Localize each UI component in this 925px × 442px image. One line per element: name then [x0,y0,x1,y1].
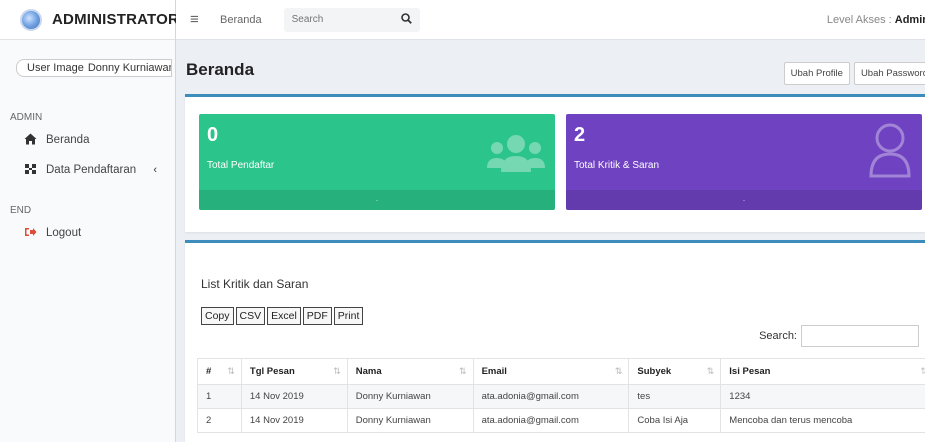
kritik-saran-card: List Kritik dan Saran Copy CSV Excel PDF… [185,240,925,442]
level-akses-value: Admin [894,13,925,26]
sort-icon: ⇅ [706,366,715,376]
column-label: Isi Pesan [729,366,771,377]
cell-isi-pesan: Mencoba dan terus mencoba [720,408,925,433]
chevron-left-icon[interactable]: ‹ [153,164,157,176]
sidebar: ADMINISTRATOR User Image Donny Kurniawan… [0,0,179,442]
sort-icon: ⇅ [614,366,623,376]
data-icon [22,163,38,178]
column-header-number[interactable]: # ⇅ [197,358,242,385]
column-label: Email [481,366,507,377]
brand[interactable]: ADMINISTRATOR [0,0,179,40]
ubah-password-button[interactable]: Ubah Password [853,62,925,85]
stat-box-kritik-saran: 2 Total Kritik & Saran · [566,114,922,210]
copy-button[interactable]: Copy [201,307,234,325]
table-row[interactable]: 2 14 Nov 2019 Donny Kurniawan ata.adonia… [197,408,925,433]
users-icon [487,135,545,172]
user-icon [869,123,911,178]
cell-tgl-pesan: 14 Nov 2019 [240,384,348,409]
cell-nama: Donny Kurniawan [346,384,474,409]
list-title: List Kritik dan Saran [201,277,309,291]
brand-logo-icon [20,8,42,31]
sidebar-item-label: Logout [46,227,82,239]
menu-header-end: END [10,205,32,216]
cell-subyek: tes [628,384,722,409]
cell-number: 1 [197,384,242,409]
menu-header-admin: ADMIN [10,112,43,123]
column-header-tgl-pesan[interactable]: Tgl Pesan ⇅ [240,358,348,385]
cell-subyek: Coba Isi Aja [628,408,722,433]
cell-tgl-pesan: 14 Nov 2019 [240,408,348,433]
user-image[interactable]: User Image Donny Kurniawan [16,59,172,77]
excel-button[interactable]: Excel [267,307,301,325]
stat-label: Total Kritik & Saran [574,160,660,171]
column-header-subyek[interactable]: Subyek ⇅ [628,358,722,385]
stat-value: 0 [207,124,219,146]
nav-link-beranda[interactable]: Beranda [220,14,262,26]
sidebar-item-beranda[interactable]: Beranda [0,127,175,153]
page-title: Beranda [186,60,255,79]
cell-isi-pesan: 1234 [720,384,925,409]
column-header-email[interactable]: Email ⇅ [472,358,630,385]
search-input[interactable] [291,14,392,25]
sidebar-item-logout[interactable]: Logout [0,220,175,246]
search-icon[interactable] [400,12,412,27]
column-label: # [206,366,212,377]
kritik-saran-table: # ⇅ Tgl Pesan ⇅ Nama ⇅ Email ⇅ Subyek ⇅ Isi P… [197,358,925,433]
user-image-alt: User Image [27,62,84,74]
column-header-isi-pesan[interactable]: Isi Pesan ⇅ [720,358,925,385]
stat-footer-link[interactable]: · [566,190,922,210]
stats-card: 0 Total Pendaftar · 2 Total Kritik & Sar… [185,94,925,232]
brand-title: ADMINISTRATOR [52,11,180,28]
csv-button[interactable]: CSV [235,307,266,325]
stat-value: 2 [574,124,586,146]
level-akses: Level Akses : Admin [827,14,925,26]
export-buttons: Copy CSV Excel PDF Print [201,307,365,325]
cell-number: 2 [197,408,242,433]
navbar-search [283,7,420,32]
top-navbar: ≡ Beranda Level Akses : Admin [176,0,925,40]
column-label: Tgl Pesan [249,366,295,377]
level-akses-label: Level Akses : [826,13,895,26]
table-search-input[interactable] [801,325,919,347]
sidebar-item-data-pendaftaran[interactable]: Data Pendaftaran ‹ [0,157,175,183]
sort-icon: ⇅ [333,366,341,376]
stat-box-pendaftar: 0 Total Pendaftar · [199,114,555,210]
cell-email: ata.adonia@gmail.com [472,408,630,433]
logout-icon [22,226,38,241]
user-name: Donny Kurniawan [87,62,172,74]
table-header-row: # ⇅ Tgl Pesan ⇅ Nama ⇅ Email ⇅ Subyek ⇅ Isi P… [197,358,925,385]
ubah-profile-button[interactable]: Ubah Profile [783,62,850,85]
table-row[interactable]: 1 14 Nov 2019 Donny Kurniawan ata.adonia… [197,384,925,409]
stat-label: Total Pendaftar [207,160,275,171]
sort-icon: ⇅ [459,366,467,376]
table-search-label: Search: [759,330,797,342]
sidebar-item-label: Data Pendaftaran [46,164,137,176]
header-buttons: Ubah Profile Ubah Password [780,62,925,85]
sidebar-item-label: Beranda [46,134,90,146]
cell-email: ata.adonia@gmail.com [472,384,630,409]
cell-nama: Donny Kurniawan [346,408,474,433]
sort-icon: ⇅ [920,366,925,376]
home-icon [22,133,38,148]
user-panel: User Image Donny Kurniawan [0,40,175,96]
pdf-button[interactable]: PDF [302,307,332,325]
print-button[interactable]: Print [333,307,364,325]
table-search: Search: [759,325,919,347]
stat-footer-link[interactable]: · [199,190,555,210]
hamburger-menu-icon[interactable]: ≡ [190,11,206,28]
sort-icon: ⇅ [227,366,235,376]
column-label: Subyek [637,366,672,377]
column-label: Nama [355,366,382,377]
column-header-nama[interactable]: Nama ⇅ [346,358,474,385]
content-header: Beranda Ubah Profile Ubah Password [176,40,925,92]
